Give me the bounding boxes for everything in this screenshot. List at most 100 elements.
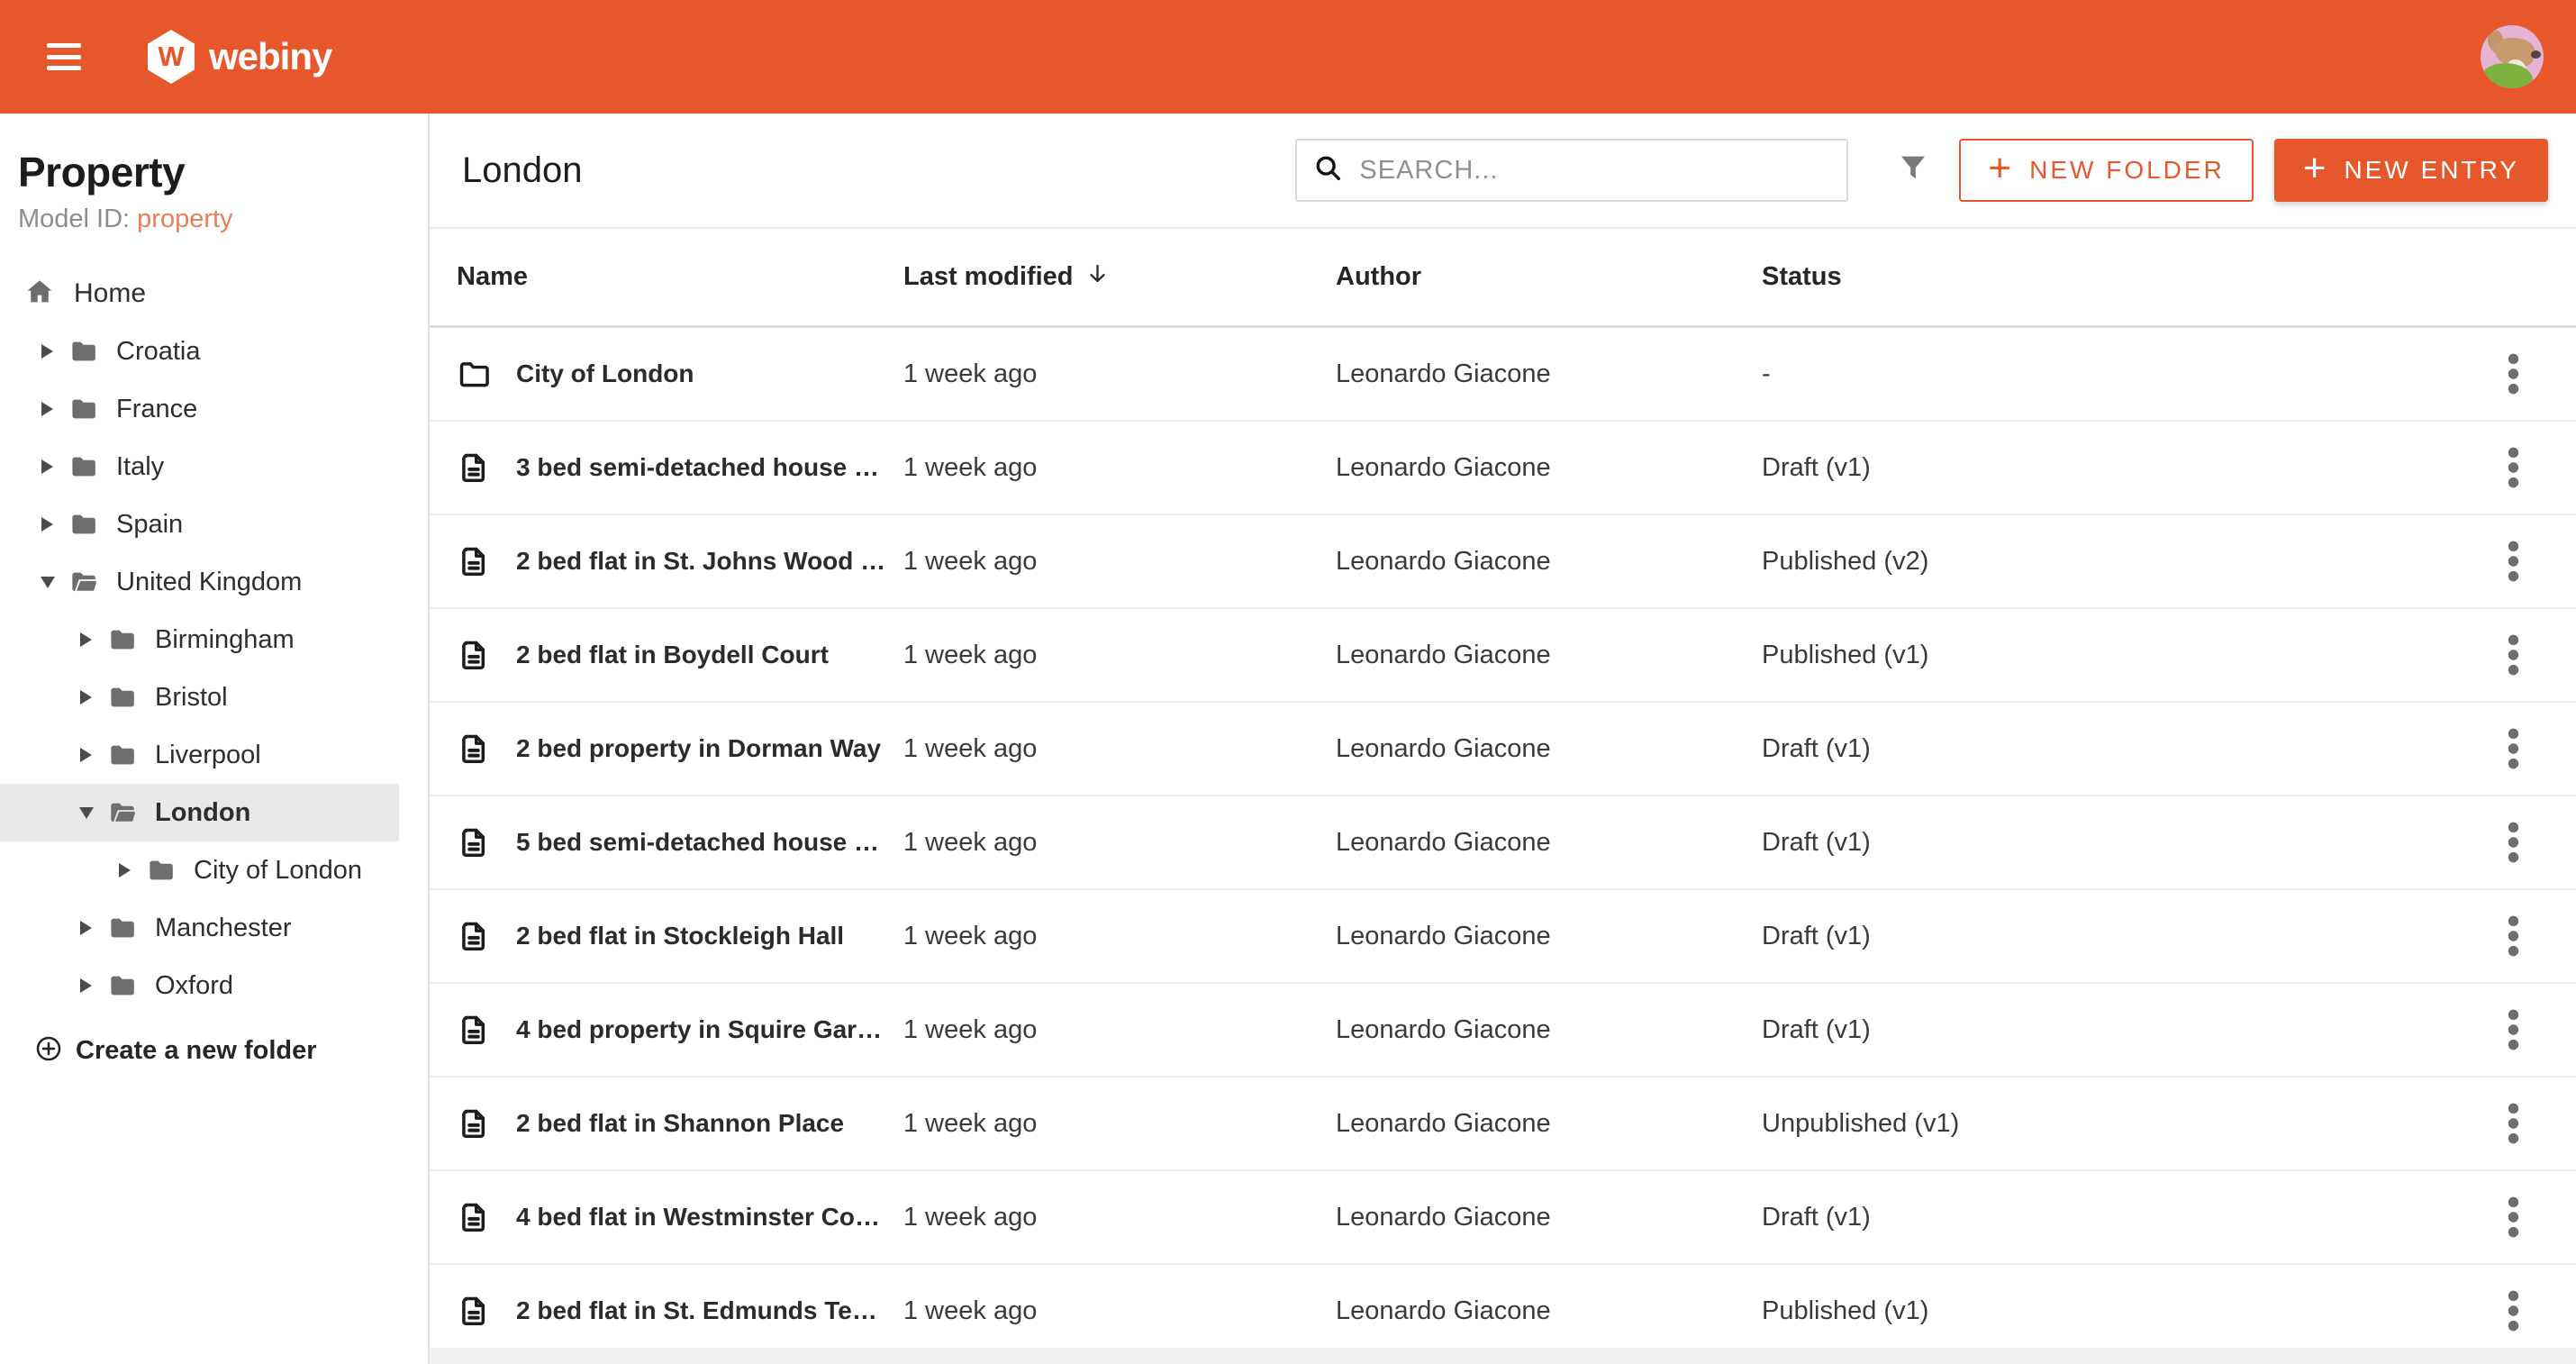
kebab-icon bbox=[2508, 1290, 2518, 1332]
file-icon bbox=[462, 1203, 485, 1232]
row-type-icon bbox=[457, 732, 516, 766]
table-row[interactable]: 3 bed semi-detached house … 1 week ago L… bbox=[430, 422, 2576, 515]
folder-tree-item[interactable]: Oxford bbox=[0, 957, 399, 1014]
folder-tree-item[interactable]: France bbox=[0, 380, 399, 438]
plus-icon: + bbox=[1988, 146, 2015, 190]
table-row[interactable]: 2 bed flat in St. Edmunds Te… 1 week ago… bbox=[430, 1265, 2576, 1359]
folder-label: United Kingdom bbox=[116, 567, 303, 596]
status-cell: Draft (v1) bbox=[1762, 921, 1871, 950]
folder-tree-item[interactable]: Bristol bbox=[0, 668, 399, 726]
webiny-logo[interactable]: W webiny bbox=[148, 30, 332, 84]
model-id-label: Model ID: bbox=[18, 205, 131, 233]
file-icon bbox=[462, 453, 485, 482]
folder-label: Croatia bbox=[116, 336, 201, 366]
folder-tree-item[interactable]: Spain bbox=[0, 496, 399, 553]
row-menu-button[interactable] bbox=[2495, 1186, 2531, 1249]
row-menu-button[interactable] bbox=[2495, 1092, 2531, 1155]
filter-button[interactable] bbox=[1893, 148, 1933, 193]
status-cell: Draft (v1) bbox=[1762, 452, 1871, 482]
table-row[interactable]: 4 bed property in Squire Gar… 1 week ago… bbox=[430, 984, 2576, 1078]
modified-cell: 1 week ago bbox=[903, 1108, 1038, 1138]
table-row[interactable]: 2 bed property in Dorman Way 1 week ago … bbox=[430, 703, 2576, 796]
caret-icon[interactable] bbox=[78, 806, 94, 819]
model-id-line: Model ID: property bbox=[18, 205, 428, 234]
kebab-icon bbox=[2508, 353, 2518, 395]
table-row[interactable]: City of London 1 week ago Leonardo Giaco… bbox=[430, 328, 2576, 422]
caret-icon[interactable] bbox=[78, 921, 94, 935]
table-row[interactable]: 2 bed flat in Stockleigh Hall 1 week ago… bbox=[430, 890, 2576, 984]
name-cell: 4 bed flat in Westminster Co… bbox=[516, 1203, 880, 1231]
sidebar-item-home[interactable]: Home bbox=[0, 265, 428, 323]
folder-icon bbox=[105, 740, 140, 770]
caret-icon[interactable] bbox=[78, 632, 94, 647]
author-cell: Leonardo Giacone bbox=[1336, 1296, 1551, 1325]
column-header-author[interactable]: Author bbox=[1336, 262, 1762, 292]
status-cell: Published (v2) bbox=[1762, 546, 1929, 576]
name-cell: City of London bbox=[516, 359, 694, 387]
table-header: Name Last modified Author Status bbox=[430, 229, 2576, 328]
author-cell: Leonardo Giacone bbox=[1336, 1014, 1551, 1044]
folder-tree-item[interactable]: Liverpool bbox=[0, 726, 399, 784]
row-type-icon bbox=[457, 825, 516, 859]
folder-tree-item[interactable]: United Kingdom bbox=[0, 553, 399, 611]
folder-tree-item[interactable]: Manchester bbox=[0, 899, 399, 957]
model-id-value[interactable]: property bbox=[137, 205, 232, 233]
folder-label: Liverpool bbox=[155, 740, 261, 769]
caret-icon[interactable] bbox=[78, 748, 94, 762]
column-header-status[interactable]: Status bbox=[1762, 262, 2495, 292]
caret-icon[interactable] bbox=[40, 517, 55, 532]
row-type-icon bbox=[457, 638, 516, 672]
modified-cell: 1 week ago bbox=[903, 452, 1038, 482]
table-row[interactable]: 2 bed flat in Boydell Court 1 week ago L… bbox=[430, 609, 2576, 703]
row-menu-button[interactable] bbox=[2495, 623, 2531, 687]
row-menu-button[interactable] bbox=[2495, 530, 2531, 593]
create-folder-button[interactable]: Create a new folder bbox=[0, 1025, 428, 1076]
row-menu-button[interactable] bbox=[2495, 436, 2531, 499]
kebab-icon bbox=[2508, 541, 2518, 582]
create-folder-label: Create a new folder bbox=[76, 1035, 317, 1065]
name-cell: 2 bed property in Dorman Way bbox=[516, 734, 882, 762]
row-menu-button[interactable] bbox=[2495, 342, 2531, 405]
caret-icon[interactable] bbox=[40, 344, 55, 359]
user-avatar[interactable] bbox=[2481, 25, 2544, 88]
row-menu-button[interactable] bbox=[2495, 811, 2531, 874]
search-icon bbox=[1313, 153, 1344, 188]
home-label: Home bbox=[74, 278, 147, 308]
folder-label: London bbox=[155, 797, 251, 827]
folder-icon bbox=[67, 567, 101, 597]
folder-tree-item[interactable]: London bbox=[0, 784, 399, 841]
row-menu-button[interactable] bbox=[2495, 998, 2531, 1061]
row-menu-button[interactable] bbox=[2495, 717, 2531, 780]
new-entry-button[interactable]: + NEW ENTRY bbox=[2273, 139, 2548, 202]
caret-icon[interactable] bbox=[78, 978, 94, 993]
caret-icon[interactable] bbox=[40, 576, 55, 588]
folder-tree-item[interactable]: City of London bbox=[0, 841, 399, 899]
modified-cell: 1 week ago bbox=[903, 359, 1038, 388]
bottom-strip bbox=[430, 1348, 2576, 1364]
folder-icon bbox=[67, 451, 101, 482]
kebab-icon bbox=[2508, 1103, 2518, 1144]
table-row[interactable]: 2 bed flat in St. Johns Wood … 1 week ag… bbox=[430, 515, 2576, 609]
table-row[interactable]: 4 bed flat in Westminster Co… 1 week ago… bbox=[430, 1171, 2576, 1265]
home-icon bbox=[24, 277, 55, 312]
name-cell: 2 bed flat in Stockleigh Hall bbox=[516, 922, 845, 950]
table-row[interactable]: 5 bed semi-detached house … 1 week ago L… bbox=[430, 796, 2576, 890]
table-row[interactable]: 2 bed flat in Shannon Place 1 week ago L… bbox=[430, 1078, 2576, 1171]
column-header-name[interactable]: Name bbox=[457, 262, 903, 292]
hamburger-menu-icon[interactable] bbox=[47, 43, 81, 70]
folder-tree-item[interactable]: Croatia bbox=[0, 323, 399, 380]
folder-icon bbox=[459, 362, 489, 387]
folder-label: Italy bbox=[116, 451, 165, 481]
caret-icon[interactable] bbox=[40, 402, 55, 416]
row-menu-button[interactable] bbox=[2495, 1279, 2531, 1342]
search-input[interactable] bbox=[1359, 155, 1831, 186]
folder-label: France bbox=[116, 394, 198, 423]
column-header-modified[interactable]: Last modified bbox=[903, 261, 1336, 293]
caret-icon[interactable] bbox=[117, 863, 132, 878]
folder-tree-item[interactable]: Birmingham bbox=[0, 611, 399, 668]
folder-tree-item[interactable]: Italy bbox=[0, 438, 399, 496]
caret-icon[interactable] bbox=[40, 459, 55, 474]
row-menu-button[interactable] bbox=[2495, 905, 2531, 968]
caret-icon[interactable] bbox=[78, 690, 94, 705]
new-folder-button[interactable]: + NEW FOLDER bbox=[1959, 139, 2254, 202]
